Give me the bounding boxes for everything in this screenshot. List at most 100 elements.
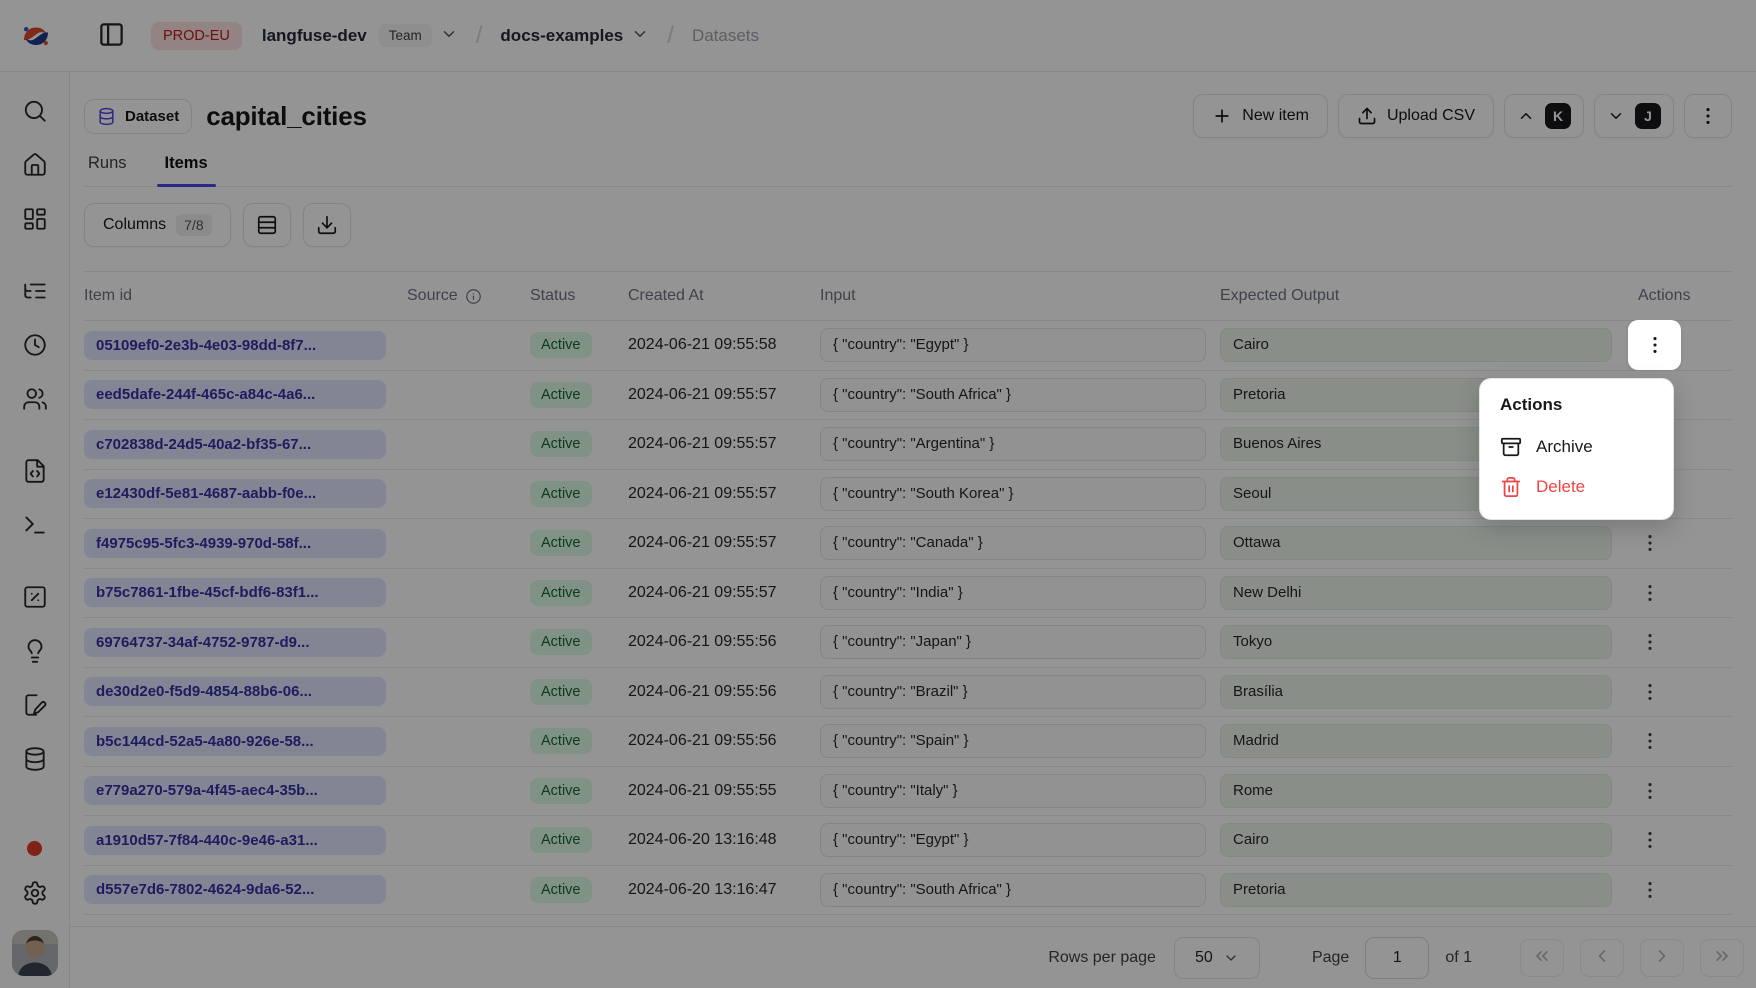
table-row[interactable]: 69764737-34af-4752-9787-d9... Active 202…	[84, 618, 1732, 668]
prompts-icon	[22, 458, 48, 484]
previous-dataset-button[interactable]: K	[1504, 94, 1584, 138]
sidebar-item-dashboard[interactable]	[0, 192, 70, 246]
table-row[interactable]: f4975c95-5fc3-4939-970d-58f... Active 20…	[84, 519, 1732, 569]
item-id-pill[interactable]: e12430df-5e81-4687-aabb-f0e...	[84, 479, 386, 508]
dataset-more-actions-button[interactable]	[1684, 94, 1732, 138]
sidebar-item-sessions[interactable]	[0, 318, 70, 372]
sidebar-item-home[interactable]	[0, 138, 70, 192]
input-cell[interactable]: { "country": "Egypt" }	[820, 823, 1206, 857]
input-cell[interactable]: { "country": "Japan" }	[820, 625, 1206, 659]
columns-button[interactable]: Columns 7/8	[84, 203, 231, 247]
next-page-button[interactable]	[1640, 939, 1684, 977]
item-id-pill[interactable]: e779a270-579a-4f45-aec4-35b...	[84, 776, 386, 805]
trash-icon	[1500, 476, 1522, 498]
page-number-input[interactable]	[1365, 937, 1429, 979]
status-badge: Active	[530, 827, 592, 853]
item-id-pill[interactable]: c702838d-24d5-40a2-bf35-67...	[84, 430, 386, 459]
first-page-button[interactable]	[1520, 939, 1564, 977]
expected-output-cell[interactable]: Brasília	[1220, 675, 1612, 709]
menu-item-archive[interactable]: Archive	[1494, 427, 1659, 467]
sidebar-item-settings[interactable]	[0, 880, 70, 906]
item-id-pill[interactable]: f4975c95-5fc3-4939-970d-58f...	[84, 529, 386, 558]
input-cell[interactable]: { "country": "India" }	[820, 576, 1206, 610]
input-cell[interactable]: { "country": "South Africa" }	[820, 873, 1206, 907]
row-actions-button[interactable]	[1628, 769, 1672, 813]
table-row[interactable]: de30d2e0-f5d9-4854-88b6-06... Active 202…	[84, 668, 1732, 718]
expected-output-cell[interactable]: Tokyo	[1220, 625, 1612, 659]
user-avatar[interactable]	[12, 930, 58, 976]
column-header-item-id: Item id	[84, 287, 400, 305]
project-name[interactable]: docs-examples	[500, 26, 623, 46]
table-row[interactable]: a1910d57-7f84-440c-9e46-a31... Active 20…	[84, 816, 1732, 866]
sidebar-item-playground[interactable]	[0, 498, 70, 552]
row-height-button[interactable]	[243, 203, 291, 247]
row-actions-button[interactable]	[1628, 320, 1681, 370]
item-id-pill[interactable]: eed5dafe-244f-465c-a84c-4a6...	[84, 380, 386, 409]
chevron-down-icon	[440, 25, 458, 46]
previous-page-button[interactable]	[1580, 939, 1624, 977]
item-id-pill[interactable]: de30d2e0-f5d9-4854-88b6-06...	[84, 677, 386, 706]
expected-output-cell[interactable]: Pretoria	[1220, 873, 1612, 907]
tab-runs[interactable]: Runs	[86, 154, 129, 186]
upload-csv-button[interactable]: Upload CSV	[1338, 94, 1494, 138]
row-actions-button[interactable]	[1628, 719, 1672, 763]
row-actions-button[interactable]	[1628, 818, 1672, 862]
row-actions-button[interactable]	[1628, 521, 1672, 565]
export-button[interactable]	[303, 203, 351, 247]
sidebar-item-datasets[interactable]	[0, 732, 70, 786]
expected-output-cell[interactable]: Cairo	[1220, 823, 1612, 857]
tab-items[interactable]: Items	[163, 154, 210, 186]
input-cell[interactable]: { "country": "South Korea" }	[820, 477, 1206, 511]
item-id-pill[interactable]: b75c7861-1fbe-45cf-bdf6-83f1...	[84, 578, 386, 607]
next-dataset-button[interactable]: J	[1594, 94, 1674, 138]
status-badge: Active	[530, 728, 592, 754]
expected-output-cell[interactable]: Madrid	[1220, 724, 1612, 758]
table-row[interactable]: 05109ef0-2e3b-4e03-98dd-8f7... Active 20…	[84, 321, 1732, 371]
project-switcher-button[interactable]	[631, 25, 649, 46]
input-cell[interactable]: { "country": "Argentina" }	[820, 427, 1206, 461]
table-row[interactable]: d557e7d6-7802-4624-9da6-52... Active 202…	[84, 866, 1732, 916]
users-icon	[22, 386, 48, 412]
expected-output-cell[interactable]: Rome	[1220, 774, 1612, 808]
table-row[interactable]: e779a270-579a-4f45-aec4-35b... Active 20…	[84, 767, 1732, 817]
table-row[interactable]: b5c144cd-52a5-4a80-926e-58... Active 202…	[84, 717, 1732, 767]
input-cell[interactable]: { "country": "Canada" }	[820, 526, 1206, 560]
input-cell[interactable]: { "country": "Italy" }	[820, 774, 1206, 808]
sidebar-toggle-button[interactable]	[98, 21, 125, 51]
item-id-pill[interactable]: b5c144cd-52a5-4a80-926e-58...	[84, 727, 386, 756]
org-switcher-button[interactable]	[440, 25, 458, 46]
item-id-pill[interactable]: a1910d57-7f84-440c-9e46-a31...	[84, 826, 386, 855]
row-actions-button[interactable]	[1628, 868, 1672, 912]
org-name[interactable]: langfuse-dev	[262, 26, 367, 46]
input-cell[interactable]: { "country": "Brazil" }	[820, 675, 1206, 709]
row-actions-button[interactable]	[1628, 620, 1672, 664]
row-actions-menu-title: Actions	[1494, 391, 1659, 427]
sidebar-item-annotation[interactable]	[0, 678, 70, 732]
expected-output-cell[interactable]: Ottawa	[1220, 526, 1612, 560]
page-label: Page	[1312, 949, 1349, 967]
row-actions-button[interactable]	[1628, 571, 1672, 615]
input-cell[interactable]: { "country": "Egypt" }	[820, 328, 1206, 362]
item-id-pill[interactable]: d557e7d6-7802-4624-9da6-52...	[84, 875, 386, 904]
input-cell[interactable]: { "country": "South Africa" }	[820, 378, 1206, 412]
sidebar-item-search[interactable]	[0, 84, 70, 138]
row-actions-button[interactable]	[1628, 670, 1672, 714]
new-item-button[interactable]: New item	[1193, 94, 1328, 138]
last-page-button[interactable]	[1700, 939, 1744, 977]
sidebar-item-evaluation[interactable]	[0, 570, 70, 624]
sidebar-item-users[interactable]	[0, 372, 70, 426]
rows-per-page-select[interactable]: 50	[1174, 937, 1260, 979]
menu-item-delete[interactable]: Delete	[1494, 467, 1659, 507]
expected-output-cell[interactable]: New Delhi	[1220, 576, 1612, 610]
sidebar-item-prompts[interactable]	[0, 444, 70, 498]
item-id-pill[interactable]: 69764737-34af-4752-9787-d9...	[84, 628, 386, 657]
expected-output-cell[interactable]: Cairo	[1220, 328, 1612, 362]
input-cell[interactable]: { "country": "Spain" }	[820, 724, 1206, 758]
table-row[interactable]: b75c7861-1fbe-45cf-bdf6-83f1... Active 2…	[84, 569, 1732, 619]
sidebar-item-lightbulb[interactable]	[0, 624, 70, 678]
sidebar-item-tracing[interactable]	[0, 264, 70, 318]
next-dataset-initial: J	[1635, 103, 1661, 129]
item-id-pill[interactable]: 05109ef0-2e3b-4e03-98dd-8f7...	[84, 331, 386, 360]
table-header-row: Item idSourceStatusCreated AtInputExpect…	[84, 271, 1732, 321]
breadcrumb-section: Datasets	[692, 26, 759, 46]
